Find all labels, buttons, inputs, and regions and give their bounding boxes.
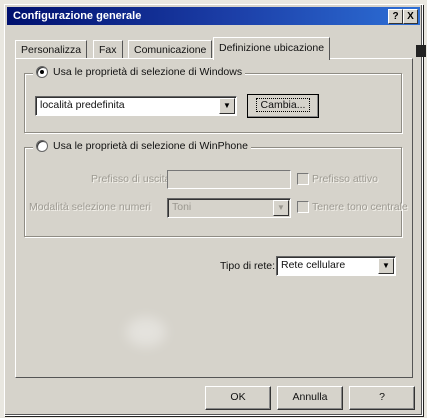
- decorative-strip: [416, 45, 426, 57]
- prefix-label: Prefisso di uscita: [91, 173, 171, 185]
- modify-location-button[interactable]: Cambia...: [247, 94, 319, 118]
- chevron-down-icon[interactable]: ▼: [378, 258, 394, 274]
- location-combo[interactable]: località predefinita ▼: [35, 96, 237, 116]
- cancel-button[interactable]: Annulla: [277, 386, 343, 410]
- help-button[interactable]: ?: [349, 386, 415, 410]
- winphone-properties-radio[interactable]: [36, 140, 48, 152]
- modify-location-label: Cambia...: [255, 98, 311, 112]
- glare-decoration: [126, 317, 166, 347]
- prefix-active-label: Prefisso attivo: [312, 173, 378, 185]
- window-title: Configurazione generale: [13, 10, 142, 22]
- network-type-value: Rete cellulare: [281, 259, 346, 271]
- winphone-properties-label[interactable]: Usa le proprietà di selezione di WinPhon…: [53, 140, 248, 152]
- location-value: località predefinita: [40, 99, 125, 111]
- tab-fax[interactable]: Fax: [93, 40, 123, 59]
- network-type-label: Tipo di rete:: [220, 260, 276, 272]
- help-title-button[interactable]: ?: [388, 9, 403, 24]
- tab-definizione-ubicazione[interactable]: Definizione ubicazione: [213, 37, 331, 60]
- tab-personalizza[interactable]: Personalizza: [15, 40, 88, 59]
- prefix-input[interactable]: [167, 170, 291, 189]
- tab-panel: Usa le proprietà di selezione di Windows…: [15, 58, 413, 378]
- ok-button[interactable]: OK: [205, 386, 271, 410]
- configuration-dialog: Configurazione generale ? X Personalizza…: [4, 4, 426, 416]
- network-type-combo[interactable]: Rete cellulare ▼: [276, 256, 396, 276]
- winphone-properties-group: Usa le proprietà di selezione di WinPhon…: [24, 140, 408, 237]
- tone-checkbox[interactable]: [297, 201, 309, 213]
- tone-label: Tenere tono centrale: [312, 201, 408, 213]
- windows-properties-label[interactable]: Usa le proprietà di selezione di Windows: [53, 66, 242, 78]
- title-bar[interactable]: Configurazione generale ? X: [7, 7, 420, 25]
- tab-comunicazione[interactable]: Comunicazione: [128, 40, 213, 59]
- dial-mode-label: Modalità selezione numeri: [29, 201, 151, 213]
- close-button[interactable]: X: [403, 9, 418, 24]
- prefix-active-checkbox[interactable]: [297, 173, 309, 185]
- windows-properties-radio[interactable]: [36, 66, 48, 78]
- chevron-down-icon[interactable]: ▼: [273, 200, 289, 216]
- chevron-down-icon[interactable]: ▼: [219, 98, 235, 114]
- dial-mode-combo[interactable]: Toni ▼: [167, 198, 291, 218]
- dial-mode-value: Toni: [172, 201, 192, 213]
- windows-properties-group: Usa le proprietà di selezione di Windows…: [24, 66, 402, 133]
